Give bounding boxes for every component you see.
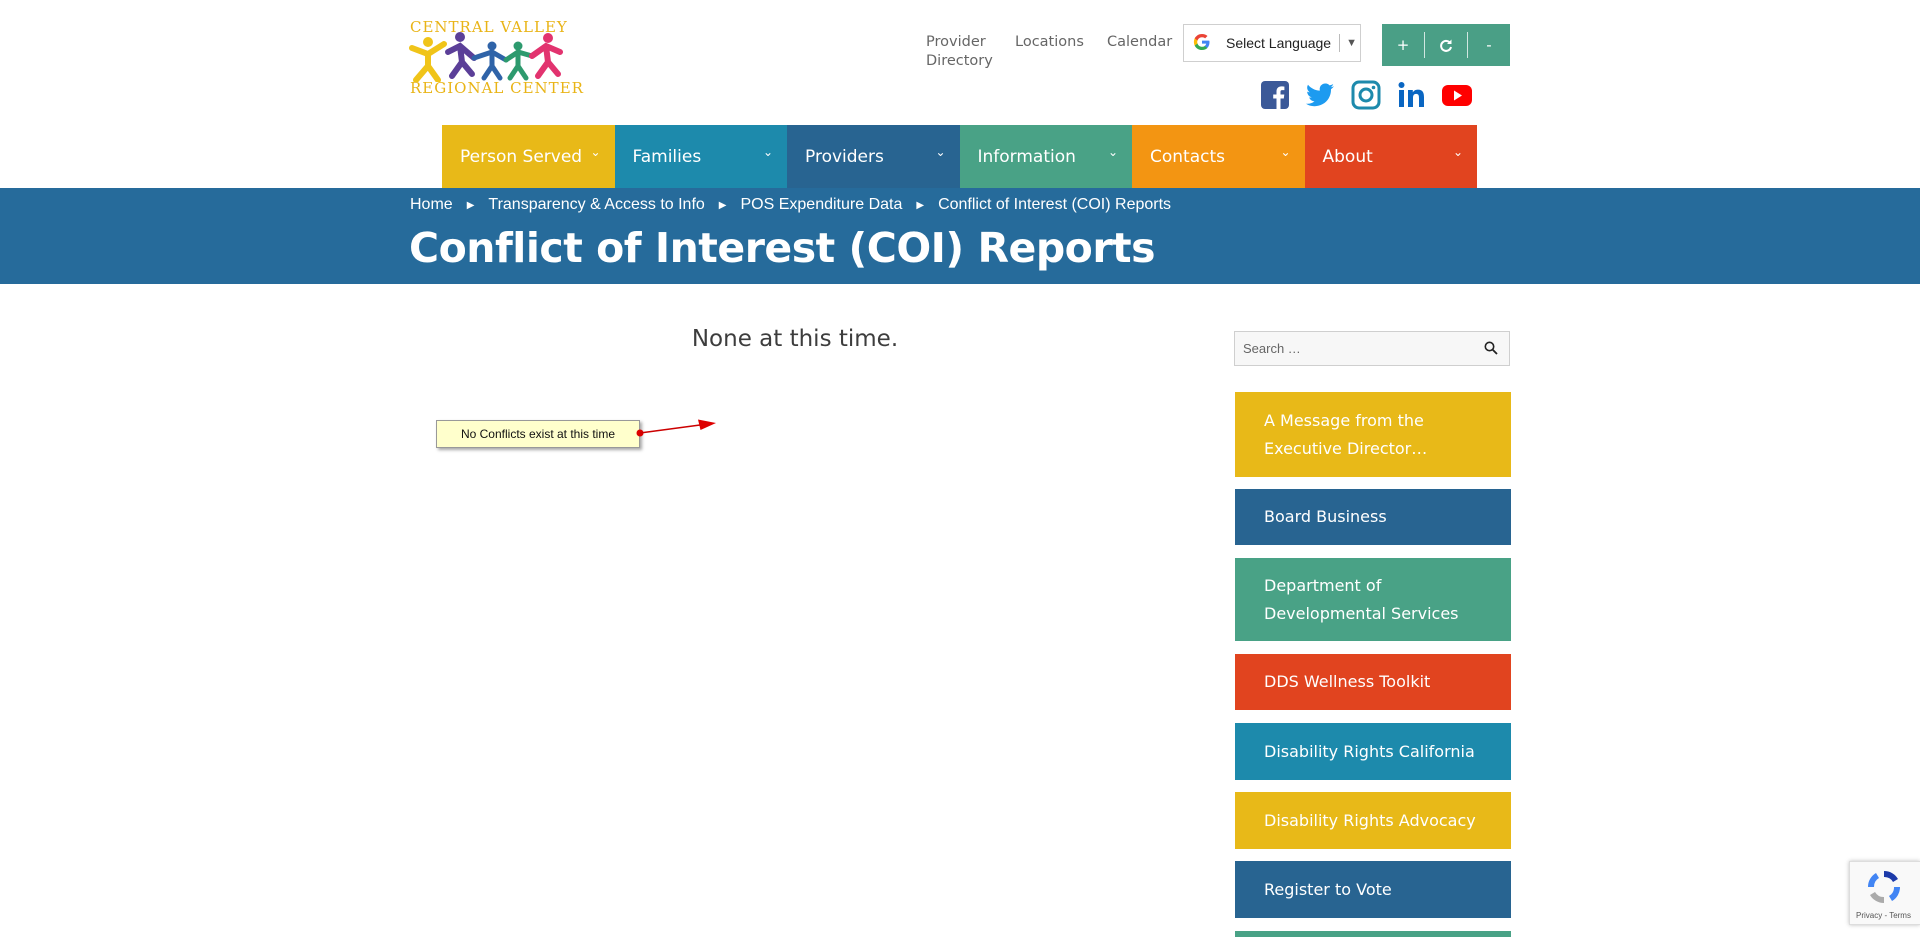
linkedin-icon[interactable] (1396, 80, 1426, 110)
sidebar-link-wellness-toolkit[interactable]: DDS Wellness Toolkit (1235, 654, 1511, 710)
recaptcha-terms[interactable]: Privacy - Terms (1856, 911, 1911, 920)
facebook-icon[interactable] (1260, 80, 1290, 110)
nav-item-about[interactable]: About ⌄ (1304, 125, 1477, 188)
nav-item-label: Families (632, 146, 702, 167)
sidebar-link-partial[interactable] (1235, 931, 1511, 937)
chevron-down-icon: ⌄ (762, 145, 773, 159)
annotation-note: No Conflicts exist at this time (436, 420, 640, 448)
nav-item-label: Contacts (1150, 146, 1225, 167)
nav-item-person-served[interactable]: Person Served ⌄ (442, 125, 615, 188)
language-select-label: Select Language (1226, 35, 1332, 51)
page-header-banner: Home ▶ Transparency & Access to Info ▶ P… (0, 188, 1920, 284)
sidebar-link-label: Department of Developmental Services (1264, 575, 1459, 623)
sidebar-link-label: Disability Rights California (1264, 741, 1475, 761)
breadcrumb-transparency[interactable]: Transparency & Access to Info (488, 196, 704, 214)
chevron-down-icon: ⌄ (1107, 145, 1118, 159)
font-reset-button[interactable] (1424, 32, 1467, 58)
logo[interactable]: CENTRAL VALLEY REGIONAL CENTER (408, 18, 583, 98)
refresh-icon (1440, 39, 1452, 52)
sidebar-link-executive-director[interactable]: A Message from the Executive Director… (1235, 392, 1511, 477)
provider-directory-link[interactable]: Provider Directory (926, 33, 1006, 71)
search-icon[interactable] (1484, 341, 1498, 355)
sidebar-link-label: Board Business (1264, 507, 1387, 526)
font-size-controls: + - (1382, 24, 1510, 66)
font-increase-button[interactable]: + (1382, 32, 1424, 58)
caret-right-icon: ▶ (466, 199, 475, 211)
nav-item-label: Person Served (460, 146, 583, 167)
language-select[interactable]: Select Language ▼ (1183, 24, 1361, 62)
main-nav: Person Served ⌄ Families ⌄ Providers ⌄ I… (442, 125, 1477, 188)
sidebar-link-board-business[interactable]: Board Business (1235, 489, 1511, 545)
nav-item-information[interactable]: Information ⌄ (959, 125, 1132, 188)
sidebar-link-label: Disability Rights Advocacy (1264, 810, 1476, 830)
language-select-divider (1339, 34, 1341, 52)
locations-link[interactable]: Locations (1015, 33, 1084, 52)
content-message: None at this time. (691, 326, 899, 352)
caret-right-icon: ▶ (718, 199, 727, 211)
logo-text-bottom: REGIONAL CENTER (410, 79, 584, 97)
sidebar-link-label: DDS Wellness Toolkit (1264, 672, 1431, 691)
sidebar-link-label: A Message from the Executive Director… (1264, 410, 1428, 458)
nav-item-label: About (1322, 146, 1373, 167)
chevron-down-icon: ▼ (1346, 37, 1357, 49)
recaptcha-badge[interactable]: Privacy - Terms (1849, 861, 1920, 925)
sidebar-link-label: Register to Vote (1264, 879, 1392, 899)
twitter-icon[interactable] (1305, 80, 1335, 110)
youtube-icon[interactable] (1441, 80, 1473, 110)
nav-item-providers[interactable]: Providers ⌄ (787, 125, 960, 188)
breadcrumb-current: Conflict of Interest (COI) Reports (938, 196, 1172, 213)
page-title: Conflict of Interest (COI) Reports (409, 224, 1156, 272)
chevron-down-icon: ⌄ (935, 145, 946, 159)
annotation-arrow-icon (636, 419, 716, 437)
calendar-link[interactable]: Calendar (1107, 33, 1172, 52)
search-input[interactable] (1234, 331, 1510, 366)
sidebar-link-disability-rights-ca[interactable]: Disability Rights California (1235, 723, 1511, 780)
breadcrumb-home[interactable]: Home (410, 196, 453, 214)
sidebar-link-register-to-vote[interactable]: Register to Vote (1235, 861, 1511, 918)
recaptcha-icon (1867, 870, 1901, 904)
sidebar-link-disability-rights-advocacy[interactable]: Disability Rights Advocacy (1235, 792, 1511, 849)
breadcrumb: Home ▶ Transparency & Access to Info ▶ P… (410, 196, 1171, 214)
nav-item-contacts[interactable]: Contacts ⌄ (1132, 125, 1305, 188)
logo-figures-icon (409, 32, 563, 82)
google-g-icon (1188, 33, 1216, 54)
font-decrease-button[interactable]: - (1467, 32, 1510, 58)
chevron-down-icon: ⌄ (1452, 145, 1463, 159)
sidebar-link-dds[interactable]: Department of Developmental Services (1235, 558, 1511, 641)
breadcrumb-pos-expenditure[interactable]: POS Expenditure Data (741, 196, 903, 214)
nav-item-families[interactable]: Families ⌄ (614, 125, 787, 188)
nav-item-label: Providers (805, 146, 884, 167)
chevron-down-icon: ⌄ (590, 145, 601, 159)
chevron-down-icon: ⌄ (1280, 145, 1291, 159)
instagram-icon[interactable] (1351, 80, 1381, 110)
nav-item-label: Information (977, 146, 1076, 167)
caret-right-icon: ▶ (916, 199, 925, 211)
